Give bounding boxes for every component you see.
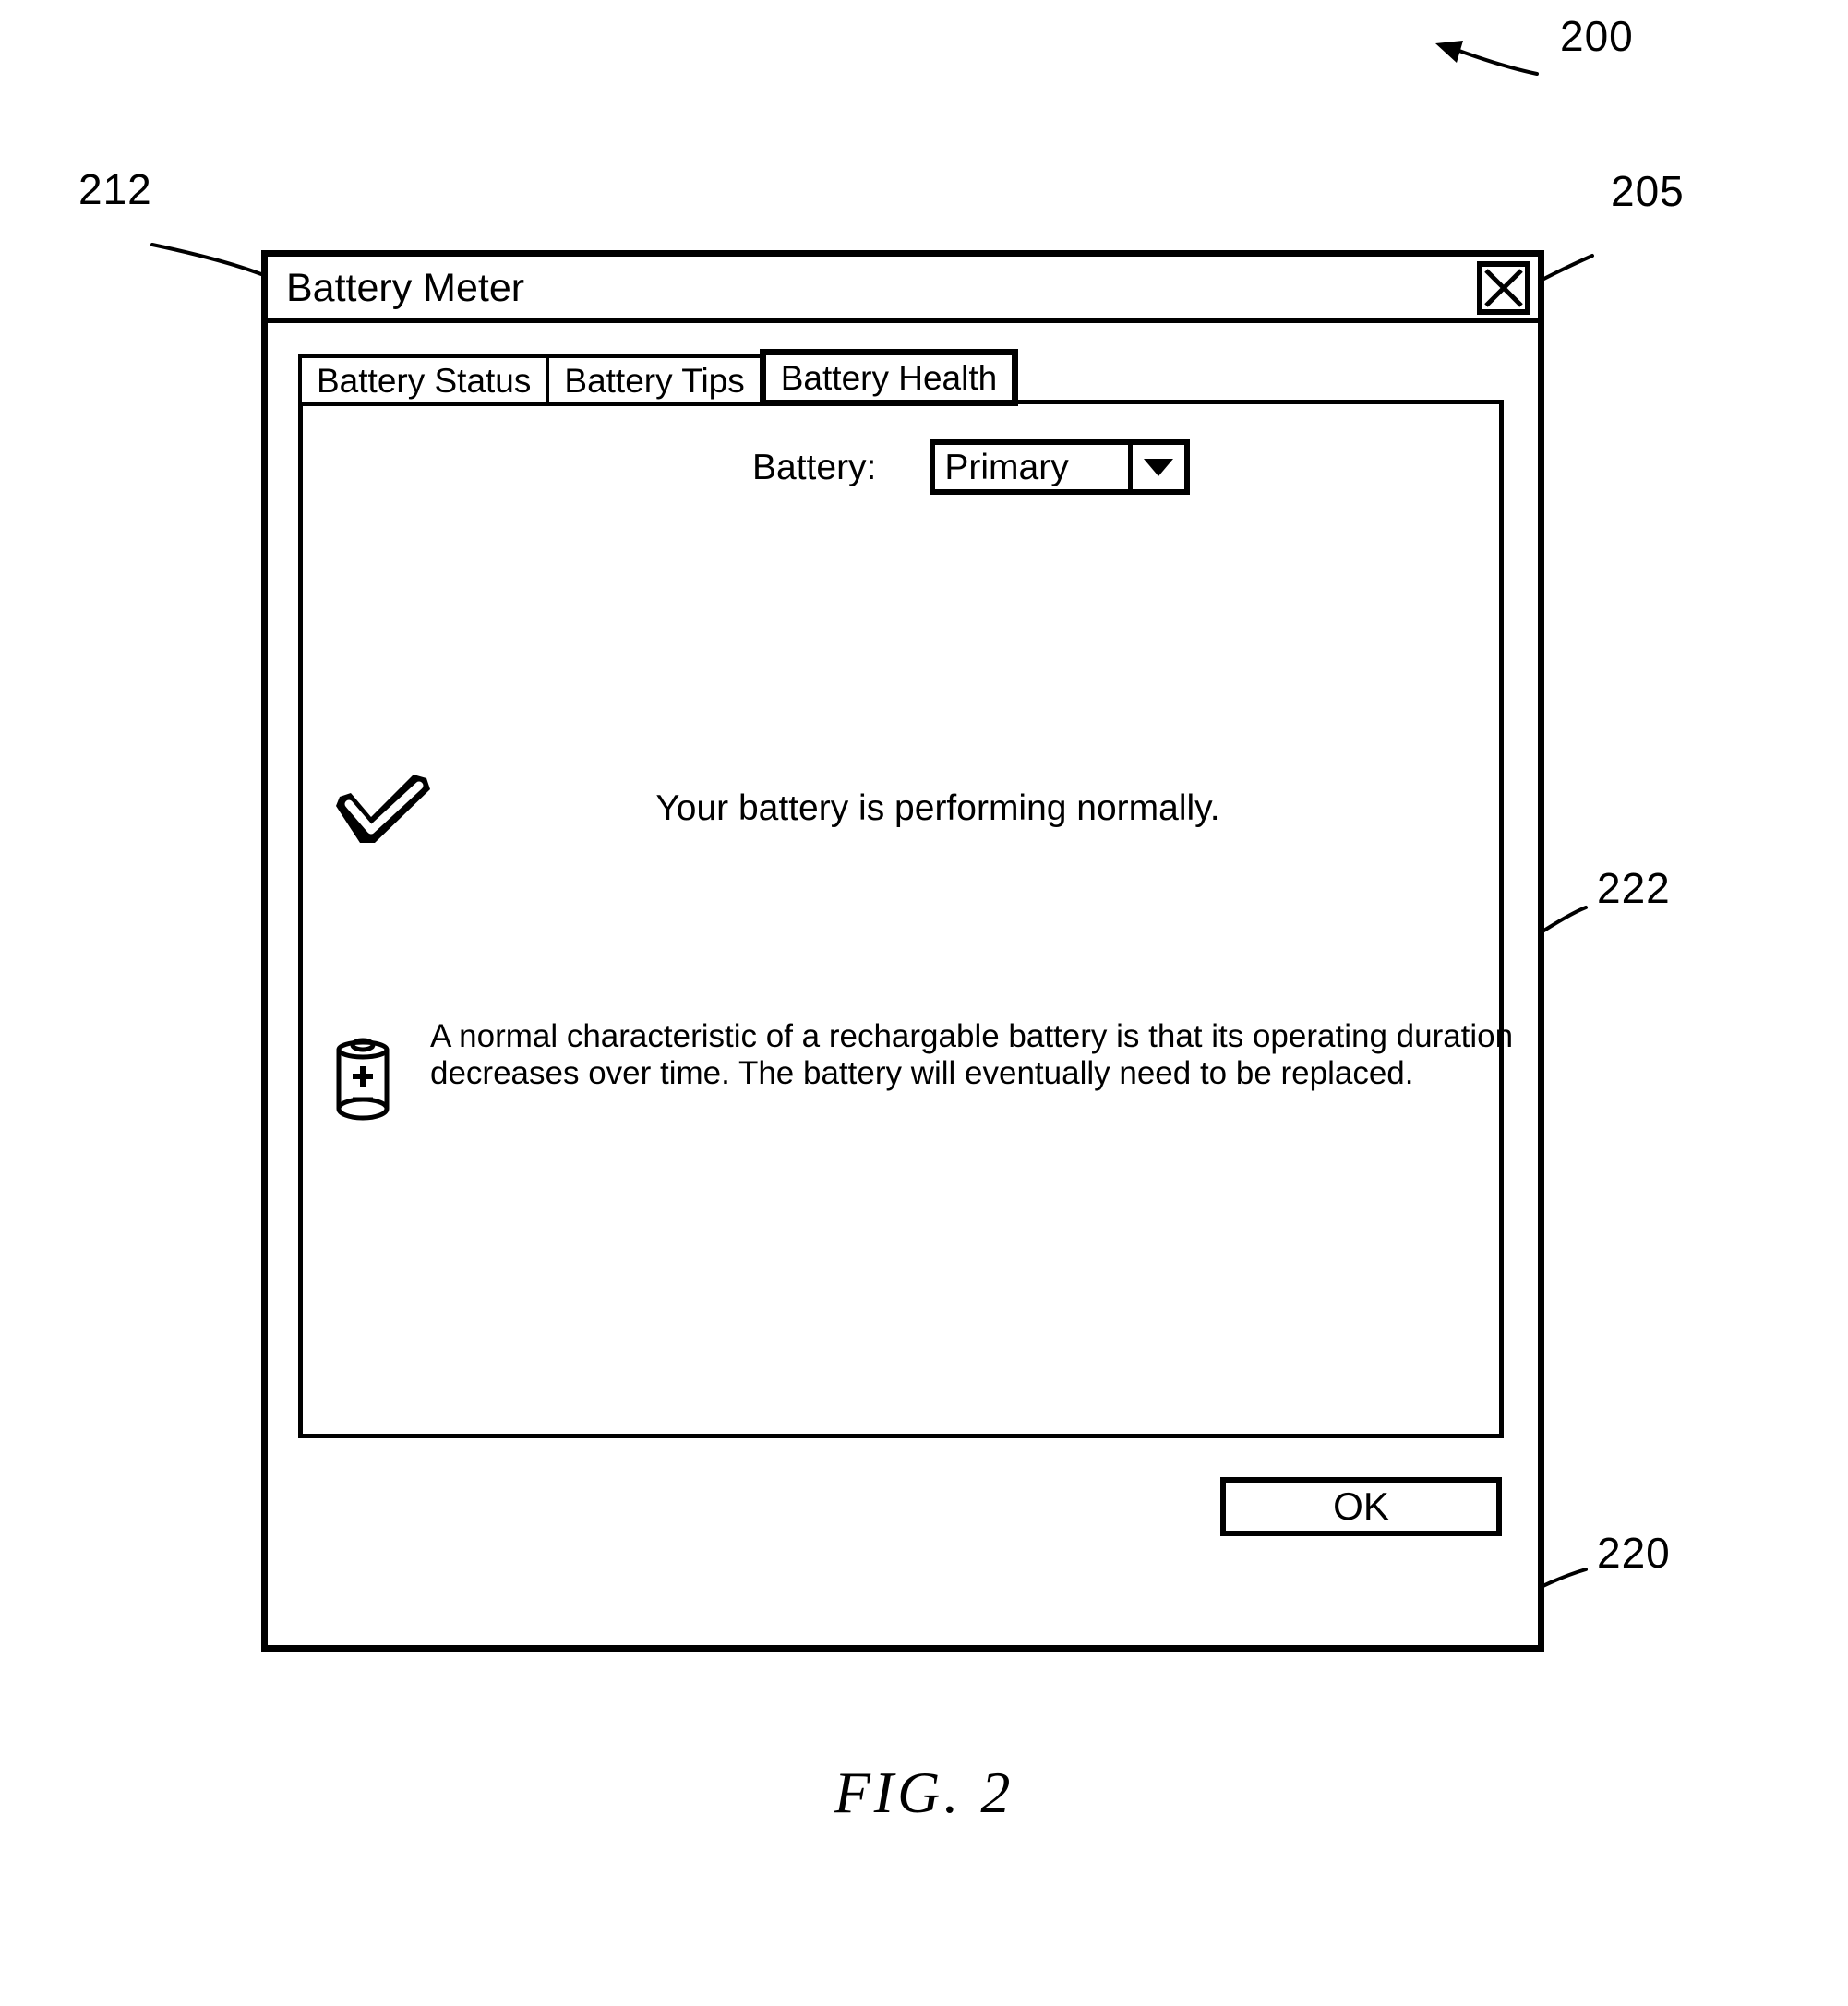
figure-caption: FIG. 2 (834, 1760, 1014, 1825)
battery-select[interactable]: Primary (930, 439, 1191, 495)
battery-cell-icon (329, 1018, 430, 1128)
ref-numeral-200: 200 (1560, 12, 1634, 60)
battery-meter-window: Battery Meter Battery Status Battery Tip… (261, 250, 1544, 1652)
tab-strip: Battery Status Battery Tips Battery Heal… (298, 349, 1019, 406)
close-icon[interactable] (1477, 261, 1530, 315)
battery-selector-label: Battery: (752, 447, 877, 487)
checkmark-icon (329, 769, 449, 848)
ref-numeral-220: 220 (1597, 1529, 1671, 1577)
battery-status-message: Your battery is performing normally. (655, 788, 1220, 828)
ref-numeral-212: 212 (78, 165, 152, 213)
battery-note-line-1: A normal characteristic of a rechargable… (430, 1018, 1514, 1054)
window-titlebar: Battery Meter (268, 257, 1538, 323)
chevron-down-icon[interactable] (1133, 445, 1184, 489)
tab-battery-tips[interactable]: Battery Tips (546, 354, 763, 406)
tab-label: Battery Health (780, 358, 998, 397)
battery-select-value: Primary (935, 445, 1134, 489)
battery-selector-row: Battery: Primary (752, 439, 1191, 495)
ok-button-label: OK (1333, 1484, 1389, 1528)
battery-note-text: A normal characteristic of a rechargable… (430, 1018, 1513, 1092)
tab-battery-status[interactable]: Battery Status (298, 354, 550, 406)
ref-numeral-222: 222 (1597, 864, 1671, 912)
window-title: Battery Meter (286, 266, 525, 310)
tab-label: Battery Tips (564, 361, 745, 400)
ok-button[interactable]: OK (1220, 1477, 1502, 1536)
battery-note-line-2: decreases over time. The battery will ev… (430, 1055, 1414, 1091)
tab-battery-health[interactable]: Battery Health (759, 349, 1019, 406)
tab-label: Battery Status (317, 361, 532, 400)
ref-numeral-205: 205 (1611, 167, 1685, 215)
patent-figure-page: 200 212 205 218 214 216 210 202 206 222 … (0, 0, 1848, 2006)
tab-content-panel: Battery: Primary Your battery is perform… (298, 400, 1513, 1438)
battery-status-row: Your battery is performing normally. (329, 769, 1482, 848)
battery-note-row: A normal characteristic of a rechargable… (329, 1018, 1513, 1128)
